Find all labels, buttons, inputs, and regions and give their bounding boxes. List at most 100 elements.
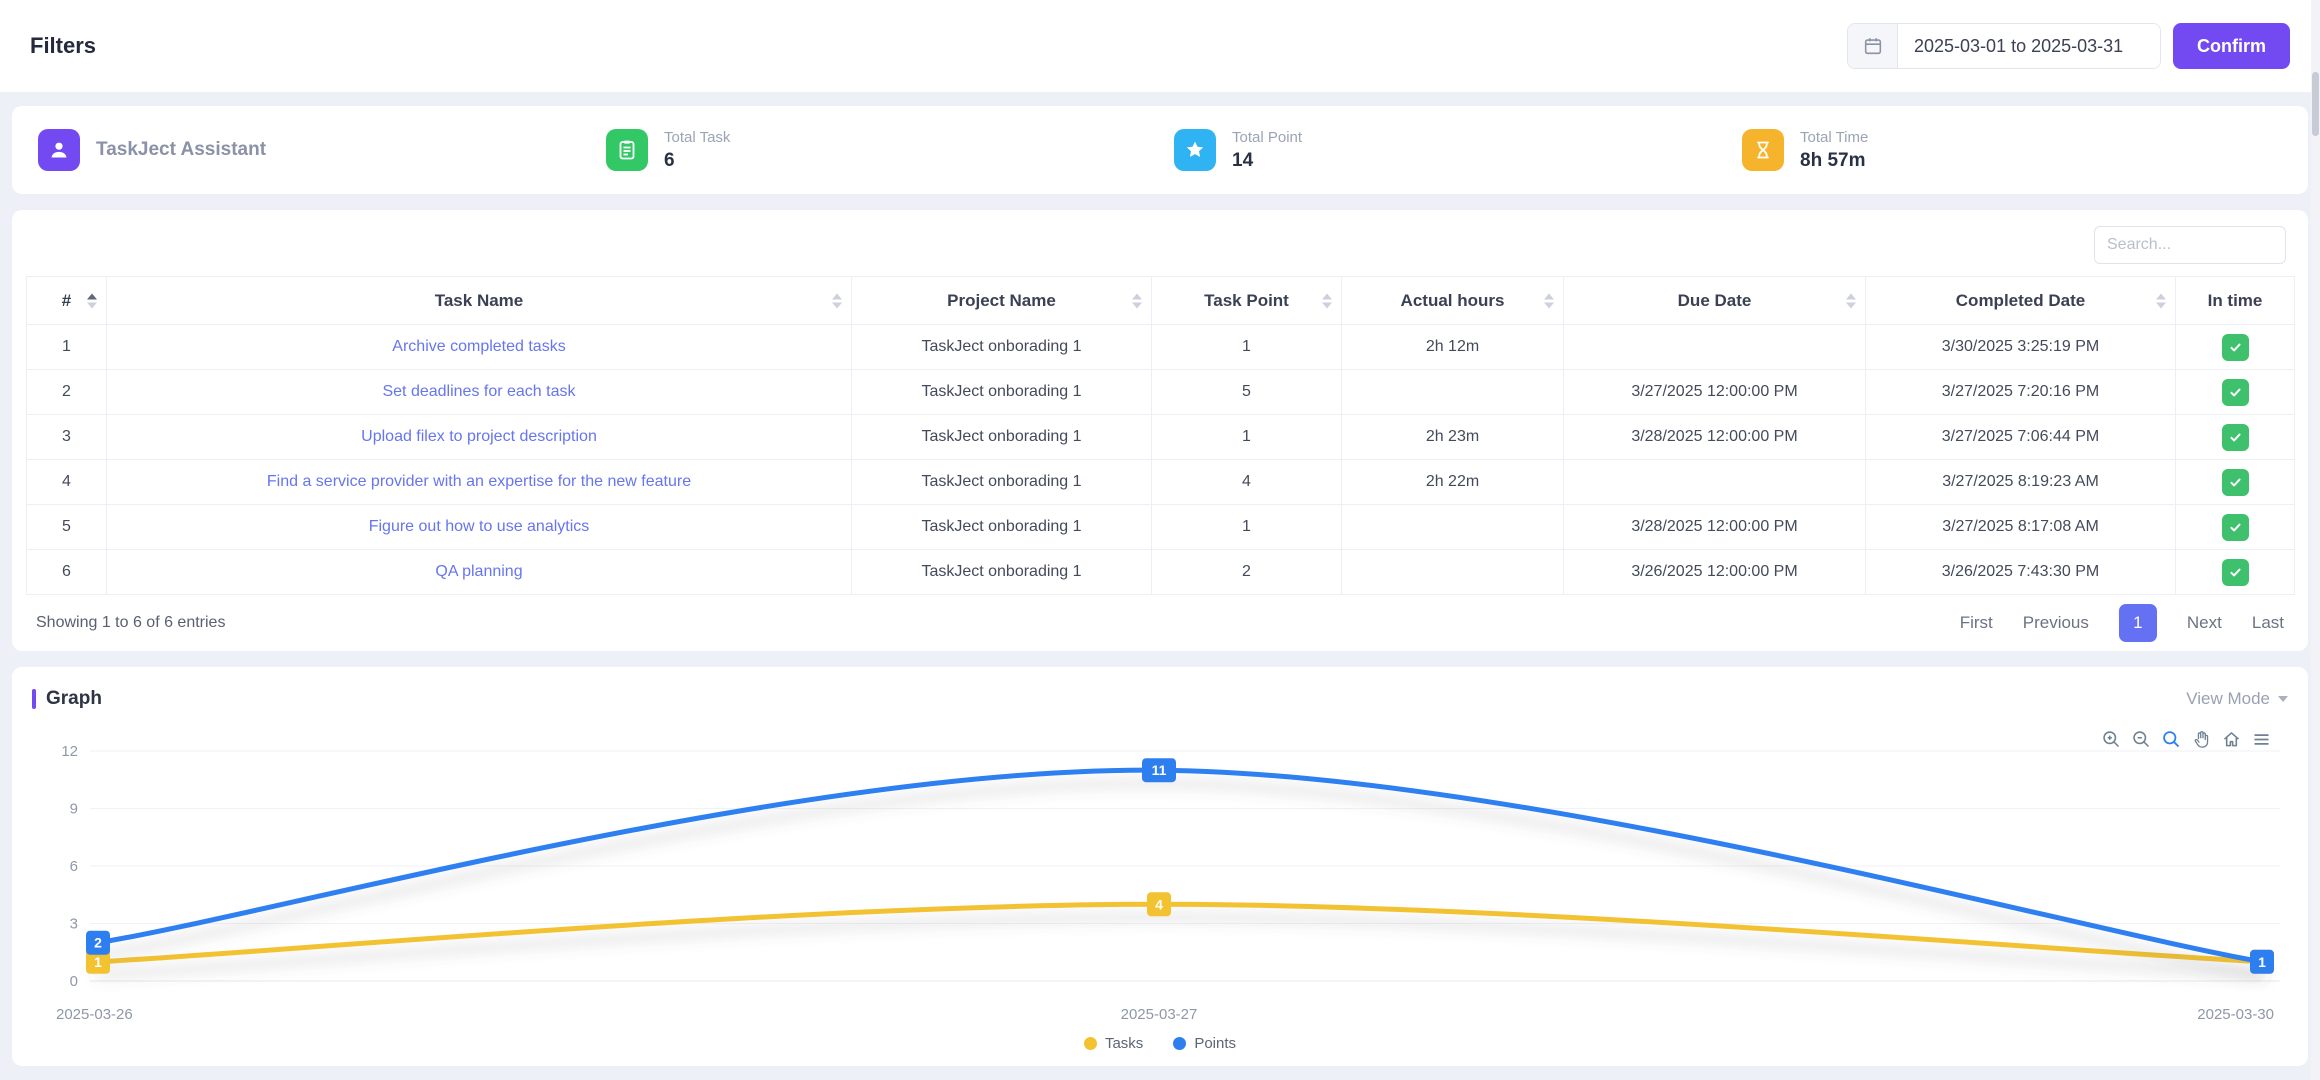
cell-num: 6 [27, 550, 107, 595]
svg-text:2025-03-27: 2025-03-27 [1121, 1006, 1198, 1023]
total-task-icon [606, 129, 648, 171]
cell-due [1564, 460, 1866, 505]
cell-project: TaskJect onborading 1 [852, 505, 1152, 550]
scrollbar-thumb[interactable] [2312, 72, 2319, 136]
cell-in-time [2176, 505, 2295, 550]
svg-text:4: 4 [1155, 896, 1163, 912]
column-header-task-name[interactable]: Task Name [107, 277, 852, 325]
cell-in-time [2176, 550, 2295, 595]
cell-point: 4 [1152, 460, 1342, 505]
sort-icon [87, 293, 97, 308]
zoom-out-icon[interactable] [2131, 729, 2152, 750]
confirm-button[interactable]: Confirm [2173, 23, 2290, 69]
assistant-stat: TaskJect Assistant [24, 129, 592, 171]
calendar-button[interactable] [1848, 24, 1898, 68]
home-icon[interactable] [2221, 729, 2242, 750]
column-header-completed-date[interactable]: Completed Date [1866, 277, 2176, 325]
cell-num: 5 [27, 505, 107, 550]
column-header-due-date[interactable]: Due Date [1564, 277, 1866, 325]
column-header--[interactable]: # [27, 277, 107, 325]
total-time-icon [1742, 129, 1784, 171]
in-time-badge [2222, 559, 2249, 586]
column-header-task-point[interactable]: Task Point [1152, 277, 1342, 325]
table-row: 2 Set deadlines for each task TaskJect onb… [27, 370, 2295, 415]
total-point-label: Total Point [1232, 129, 1302, 146]
page-scrollbar[interactable] [2311, 0, 2320, 1080]
task-link[interactable]: Upload filex to project description [361, 428, 597, 445]
legend-item-tasks[interactable]: Tasks [1084, 1035, 1143, 1052]
cell-in-time [2176, 415, 2295, 460]
cell-hours [1342, 370, 1564, 415]
total-point-stat: Total Point 14 [1160, 129, 1728, 172]
search-input[interactable] [2094, 226, 2286, 264]
cell-in-time [2176, 325, 2295, 370]
task-link[interactable]: Figure out how to use analytics [369, 518, 590, 535]
filters-title: Filters [30, 33, 96, 59]
task-link[interactable]: Archive completed tasks [392, 338, 565, 355]
legend-dot [1173, 1037, 1186, 1050]
cell-due [1564, 325, 1866, 370]
zoom-in-icon[interactable] [2101, 729, 2122, 750]
svg-text:2: 2 [94, 935, 102, 951]
svg-text:12: 12 [61, 743, 78, 760]
table-row: 1Archive completed tasksTaskJect onborad… [27, 325, 2295, 370]
date-range-input[interactable] [1898, 24, 2160, 68]
sort-icon [1322, 293, 1332, 308]
svg-text:1: 1 [94, 954, 102, 970]
svg-text:6: 6 [70, 858, 78, 875]
cell-num: 2 [27, 370, 107, 415]
cell-hours: 2h 23m [1342, 415, 1564, 460]
cell-completed: 3/27/2025 8:17:08 AM [1866, 505, 2176, 550]
cell-completed: 3/30/2025 3:25:19 PM [1866, 325, 2176, 370]
column-header-actual-hours[interactable]: Actual hours [1342, 277, 1564, 325]
graph-title: Graph [32, 688, 102, 710]
selection-zoom-icon[interactable] [2161, 729, 2182, 750]
task-link[interactable]: QA planning [435, 563, 522, 580]
task-link[interactable]: Find a service provider with an expertis… [267, 473, 691, 490]
cell-point: 1 [1152, 325, 1342, 370]
total-time-label: Total Time [1800, 129, 1868, 146]
cell-project: TaskJect onborading 1 [852, 370, 1152, 415]
total-task-stat: Total Task 6 [592, 129, 1160, 172]
total-point-icon [1174, 129, 1216, 171]
cell-project: TaskJect onborading 1 [852, 550, 1152, 595]
total-time-value: 8h 57m [1800, 150, 1868, 172]
task-table: #Task NameProject NameTask PointActual h… [26, 276, 2295, 595]
view-mode-dropdown[interactable]: View Mode [2186, 689, 2288, 709]
legend-dot [1084, 1037, 1097, 1050]
pan-icon[interactable] [2191, 729, 2212, 750]
task-table-card: #Task NameProject NameTask PointActual h… [12, 210, 2308, 651]
cell-point: 5 [1152, 370, 1342, 415]
calendar-icon [1862, 35, 1884, 57]
total-point-value: 14 [1232, 150, 1302, 172]
cell-completed: 3/27/2025 7:20:16 PM [1866, 370, 2176, 415]
legend-item-points[interactable]: Points [1173, 1035, 1236, 1052]
pagination-page-1[interactable]: 1 [2119, 604, 2157, 642]
entries-summary: Showing 1 to 6 of 6 entries [36, 614, 225, 632]
cell-in-time [2176, 370, 2295, 415]
column-header-project-name[interactable]: Project Name [852, 277, 1152, 325]
menu-icon[interactable] [2251, 729, 2272, 750]
sort-icon [1544, 293, 1554, 308]
total-time-stat: Total Time 8h 57m [1728, 129, 2296, 172]
column-header-in-time[interactable]: In time [2176, 277, 2295, 325]
cell-due: 3/26/2025 12:00:00 PM [1564, 550, 1866, 595]
total-task-label: Total Task [664, 129, 730, 146]
task-link[interactable]: Set deadlines for each task [382, 383, 575, 400]
cell-task: Archive completed tasks [107, 325, 852, 370]
table-row: 6QA planningTaskJect onborading 123/26/2… [27, 550, 2295, 595]
line-chart: 0369122025-03-262025-03-272025-03-301412… [32, 729, 2288, 1029]
svg-text:0: 0 [70, 973, 78, 990]
pagination-last[interactable]: Last [2252, 613, 2284, 633]
svg-text:11: 11 [1152, 762, 1167, 778]
pagination-next[interactable]: Next [2187, 613, 2222, 633]
pagination-previous[interactable]: Previous [2023, 613, 2089, 633]
table-row: 3Upload filex to project descriptionTask… [27, 415, 2295, 460]
chart-area[interactable]: 0369122025-03-262025-03-272025-03-301412… [32, 729, 2288, 1029]
graph-card: Graph View Mode [12, 667, 2308, 1066]
pagination-first[interactable]: First [1960, 613, 1993, 633]
svg-text:2025-03-26: 2025-03-26 [56, 1006, 133, 1023]
filter-bar: Filters Confirm [0, 0, 2320, 92]
svg-text:9: 9 [70, 801, 78, 818]
sort-icon [1132, 293, 1142, 308]
